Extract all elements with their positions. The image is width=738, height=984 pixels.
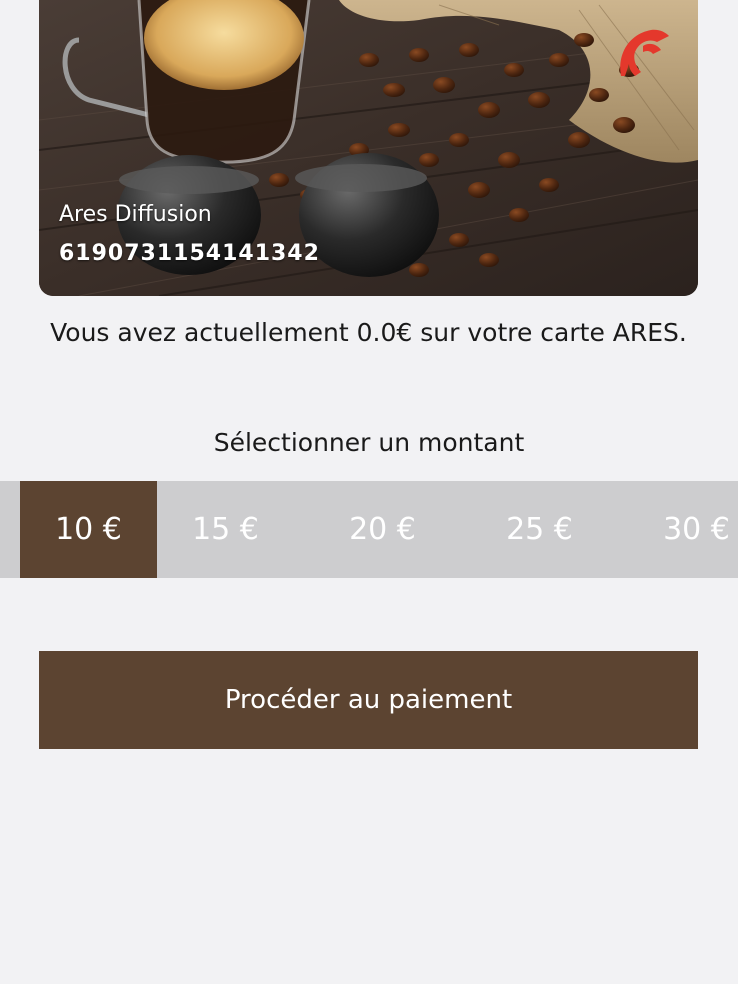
balance-message: Vous avez actuellement 0.0€ sur votre ca… bbox=[50, 318, 687, 347]
amount-option-30[interactable]: 30 € bbox=[628, 481, 738, 578]
amount-option-10[interactable]: 10 € bbox=[20, 481, 157, 578]
ares-logo-icon bbox=[620, 29, 669, 77]
amount-option-15[interactable]: 15 € bbox=[157, 481, 294, 578]
loyalty-card: Ares Diffusion 6190731154141342 bbox=[39, 0, 698, 296]
amount-selector: 10 € 15 € 20 € 25 € 30 € bbox=[0, 481, 738, 578]
amount-option-25[interactable]: 25 € bbox=[471, 481, 608, 578]
amount-selector-label: Sélectionner un montant bbox=[213, 428, 525, 457]
amount-option-20[interactable]: 20 € bbox=[314, 481, 451, 578]
card-number: 6190731154141342 bbox=[59, 241, 320, 266]
card-holder-name: Ares Diffusion bbox=[59, 202, 212, 227]
pay-button[interactable]: Procéder au paiement bbox=[39, 651, 698, 749]
top-up-screen: Ares Diffusion 6190731154141342 Vous ave… bbox=[0, 0, 738, 984]
